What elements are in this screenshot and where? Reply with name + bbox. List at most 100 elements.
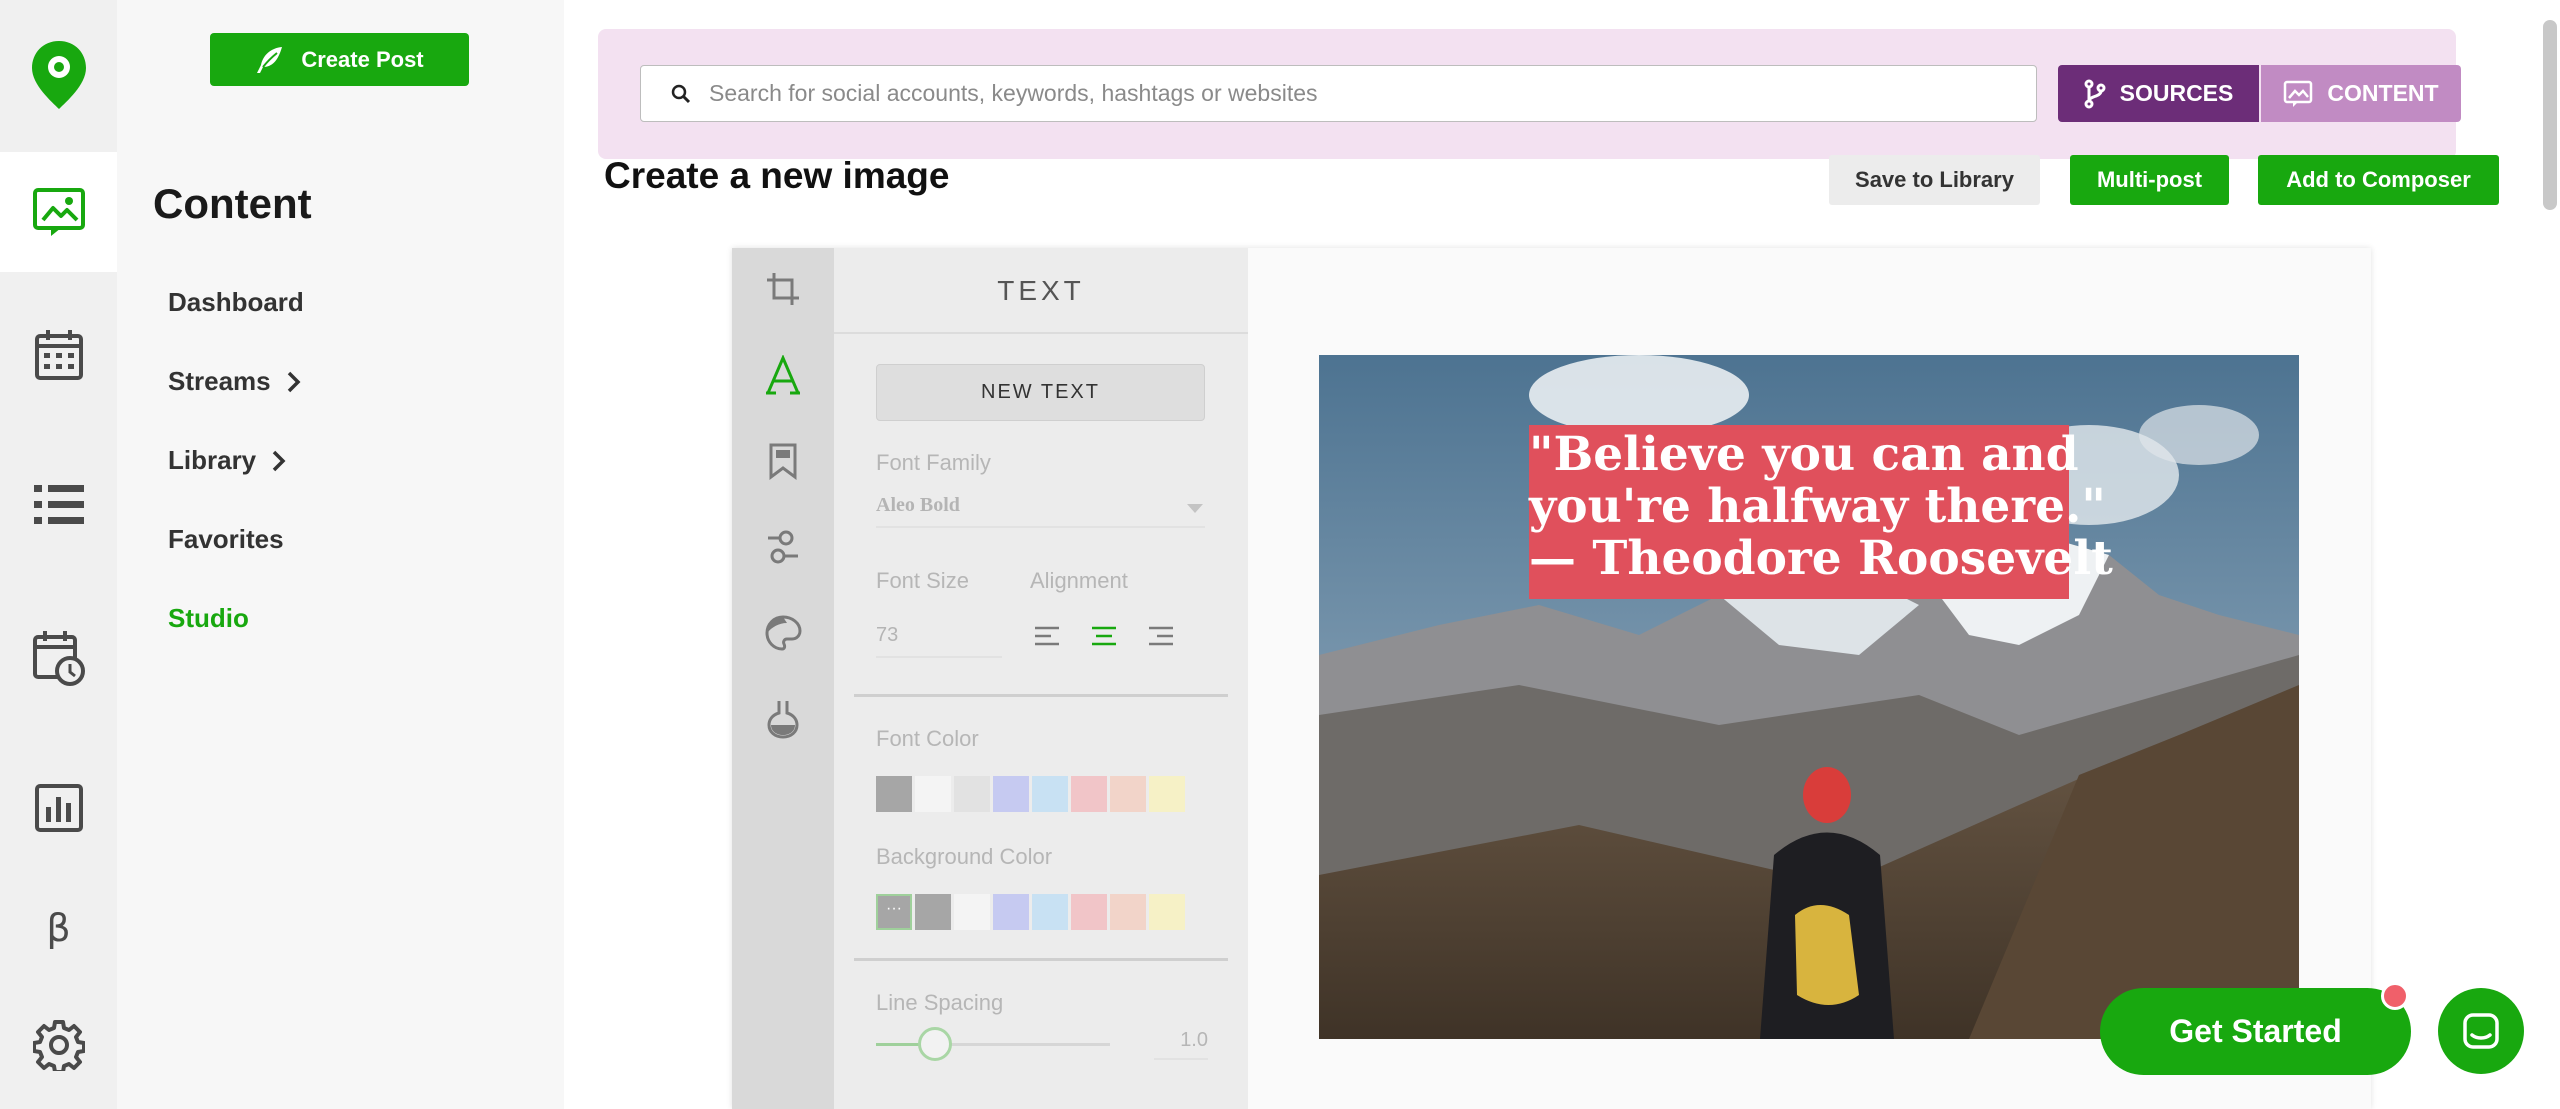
divider [854,958,1228,961]
chevron-right-icon [287,371,301,392]
font-color-swatch[interactable] [915,776,951,812]
panel-title: TEXT [834,248,1248,334]
list-icon[interactable] [0,450,117,560]
chat-icon [2463,1013,2499,1049]
background-color-swatch[interactable] [954,894,990,930]
nav-item-label: Dashboard [168,287,304,317]
search-panel: SOURCES CONTENT [598,29,2461,159]
font-family-label: Font Family [876,450,991,475]
font-color-swatch[interactable] [1149,776,1185,812]
beta-icon[interactable]: β [0,880,117,975]
background-color-swatch[interactable] [915,894,951,930]
font-color-swatch[interactable] [876,776,912,812]
text-panel: TEXT NEW TEXT Font Family Aleo Bold Font… [834,248,1248,1109]
search-icon [671,84,691,103]
background-color-swatches: ··· [876,894,1185,930]
quote-text-box[interactable]: "Believe you can and you're halfway ther… [1529,425,2113,599]
icon-rail: β [0,0,117,1109]
font-size-label: Font Size [876,568,969,593]
font-color-swatch[interactable] [1032,776,1068,812]
crop-icon[interactable] [760,266,806,312]
create-post-label: Create Post [301,46,424,72]
font-size-input[interactable]: 73 [876,618,1002,658]
adjust-icon[interactable] [760,524,806,570]
page-title: Create a new image [604,155,950,196]
background-color-swatch[interactable] [1149,894,1185,930]
nav-item-favorites[interactable]: Favorites [168,524,284,555]
image-canvas[interactable]: "Believe you can and you're halfway ther… [1319,355,2299,1039]
background-color-label: Background Color [876,844,1053,869]
gear-icon[interactable] [0,995,117,1095]
calendar-icon[interactable] [0,300,117,410]
font-color-swatch[interactable] [1110,776,1146,812]
new-text-button[interactable]: NEW TEXT [876,364,1205,421]
palette-icon[interactable] [760,610,806,656]
quote-line: "Believe you can and [1529,427,2079,482]
nav-item-library[interactable]: Library [168,445,286,476]
add-to-composer-button[interactable]: Add to Composer [2258,155,2499,205]
image-editor: TEXT NEW TEXT Font Family Aleo Bold Font… [732,248,2371,1109]
nav-item-label: Studio [168,603,249,633]
line-spacing-label: Line Spacing [876,990,1004,1015]
logo-icon[interactable] [0,0,117,150]
font-color-swatch[interactable] [993,776,1029,812]
search-box [640,65,2037,122]
sources-button[interactable]: SOURCES [2058,65,2259,122]
nav-item-label: Favorites [168,524,284,554]
chevron-right-icon [272,450,286,471]
notification-badge [2381,982,2409,1010]
line-spacing-value[interactable]: 1.0 [1154,1029,1208,1060]
background-color-swatch[interactable] [1032,894,1068,930]
feather-icon [257,46,283,73]
analytics-icon[interactable] [0,750,117,865]
font-color-label: Font Color [876,726,979,751]
background-color-more-swatch[interactable]: ··· [876,894,912,930]
align-center-button[interactable] [1088,620,1120,652]
multi-post-button[interactable]: Multi-post [2070,155,2229,205]
tool-rail [732,248,834,1109]
nav-item-label: Library [168,445,257,475]
beta-label: β [46,905,71,950]
align-left-icon [1035,626,1059,646]
content-label: CONTENT [2327,80,2439,106]
quote-line: you're halfway there." [1529,479,2106,534]
bookmark-icon[interactable] [760,438,806,484]
align-center-icon [1092,626,1116,646]
align-left-button[interactable] [1031,620,1063,652]
nav-item-studio[interactable]: Studio [168,603,249,634]
scrollbar-thumb[interactable] [2543,20,2557,210]
create-post-button[interactable]: Create Post [210,33,469,86]
caret-down-icon [1187,504,1203,513]
background-color-swatch[interactable] [993,894,1029,930]
font-color-swatches [876,776,1185,812]
secondary-nav: Create Post Content Dashboard Streams Li… [117,0,564,1109]
get-started-button[interactable]: Get Started [2100,988,2411,1075]
align-right-icon [1149,626,1173,646]
schedule-icon[interactable] [0,600,117,715]
font-color-swatch[interactable] [954,776,990,812]
text-icon[interactable] [760,352,806,398]
background-color-swatch[interactable] [1071,894,1107,930]
nav-item-label: Streams [168,366,271,396]
alignment-label: Alignment [1030,568,1128,593]
save-to-library-button[interactable]: Save to Library [1829,155,2040,205]
nav-item-streams[interactable]: Streams [168,366,301,397]
section-title: Content [153,180,312,227]
search-input[interactable] [709,80,2036,107]
content-button[interactable]: CONTENT [2261,65,2461,122]
line-spacing-handle[interactable] [918,1027,952,1061]
flask-icon[interactable] [760,696,806,742]
image-chat-icon [2284,80,2313,107]
chat-button[interactable] [2438,988,2524,1074]
divider [854,694,1228,697]
sources-label: SOURCES [2119,80,2234,106]
branch-icon [2084,79,2106,108]
background-color-swatch[interactable] [1110,894,1146,930]
nav-item-dashboard[interactable]: Dashboard [168,287,304,318]
font-family-value: Aleo Bold [876,494,960,516]
quote-line: — Theodore Roosevelt [1529,531,2113,586]
align-right-button[interactable] [1145,620,1177,652]
rail-content-icon[interactable] [0,152,117,272]
font-color-swatch[interactable] [1071,776,1107,812]
font-family-select[interactable]: Aleo Bold [876,488,1205,528]
